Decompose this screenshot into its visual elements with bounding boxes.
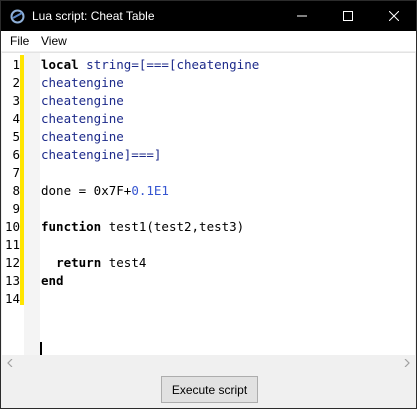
line-number: 9: [12, 201, 20, 216]
code-text-area[interactable]: local string=[===[cheatengine cheatengine…: [40, 53, 415, 355]
code-token: end: [41, 273, 64, 288]
line-number: 5: [12, 129, 20, 144]
code-token: cheatengine: [41, 75, 124, 90]
cheat-engine-icon: [10, 9, 25, 24]
line-number: 2: [12, 75, 20, 90]
code-line: cheatengine: [41, 74, 124, 92]
chevron-left-icon: [7, 359, 13, 367]
code-token: test4: [101, 255, 147, 270]
horizontal-scrollbar[interactable]: [2, 355, 415, 371]
code-token: string=[===[cheatengine: [78, 57, 260, 72]
maximize-button[interactable]: [325, 1, 371, 31]
code-editor[interactable]: 1 2 3 4 5 6 7 8 9 10 11 12 13 14 local string=[===[ch…: [2, 52, 415, 371]
line-number: 6: [12, 147, 20, 162]
chevron-right-icon: [404, 359, 410, 367]
line-number: 1: [12, 57, 20, 72]
line-number: 7: [12, 165, 20, 180]
execute-script-button[interactable]: Execute script: [161, 376, 258, 403]
fold-margin: [24, 53, 40, 355]
menu-file[interactable]: File: [10, 34, 29, 48]
line-number: 10: [4, 219, 20, 234]
scroll-left-button[interactable]: [2, 355, 18, 371]
code-token: done = 0x7F+: [41, 183, 132, 198]
code-token: cheatengine: [41, 93, 124, 108]
menu-view[interactable]: View: [41, 34, 67, 48]
lua-script-window: Lua script: Cheat Table File View 123456…: [0, 0, 417, 409]
code-line: cheatengine: [41, 110, 124, 128]
line-number: 8: [12, 183, 20, 198]
code-line: local string=[===[cheatengine: [41, 56, 259, 74]
code-line: cheatengine: [41, 92, 124, 110]
code-token: return: [56, 255, 102, 270]
code-token: cheatengine: [41, 111, 124, 126]
code-line: cheatengine: [41, 128, 124, 146]
line-number: 3: [12, 93, 20, 108]
code-line: function test1(test2,test3): [41, 218, 244, 236]
line-number: 4: [12, 111, 20, 126]
code-token: local: [41, 57, 79, 72]
maximize-icon: [343, 11, 353, 21]
code-token: cheatengine: [41, 129, 124, 144]
code-line: end: [41, 272, 64, 290]
title-bar[interactable]: Lua script: Cheat Table: [1, 1, 416, 31]
code-token: test1(test2,test3): [101, 219, 245, 234]
window-title: Lua script: Cheat Table: [32, 9, 155, 23]
line-number: 13: [4, 273, 20, 288]
line-number: 12: [4, 255, 20, 270]
code-line: return test4: [41, 254, 146, 272]
button-panel: Execute script: [1, 370, 416, 408]
minimize-button[interactable]: [279, 1, 325, 31]
menu-bar: File View: [1, 31, 416, 51]
close-icon: [389, 11, 399, 21]
line-number: 11: [4, 237, 20, 252]
code-line: cheatengine]===]: [41, 146, 161, 164]
code-token: 0.1E1: [131, 183, 169, 198]
line-number: 14: [4, 291, 20, 306]
code-token: cheatengine]===]: [41, 147, 162, 162]
close-button[interactable]: [371, 1, 417, 31]
minimize-icon: [297, 15, 307, 17]
code-line: done = 0x7F+0.1E1: [41, 182, 169, 200]
scroll-right-button[interactable]: [399, 355, 415, 371]
code-token: function: [41, 219, 102, 234]
